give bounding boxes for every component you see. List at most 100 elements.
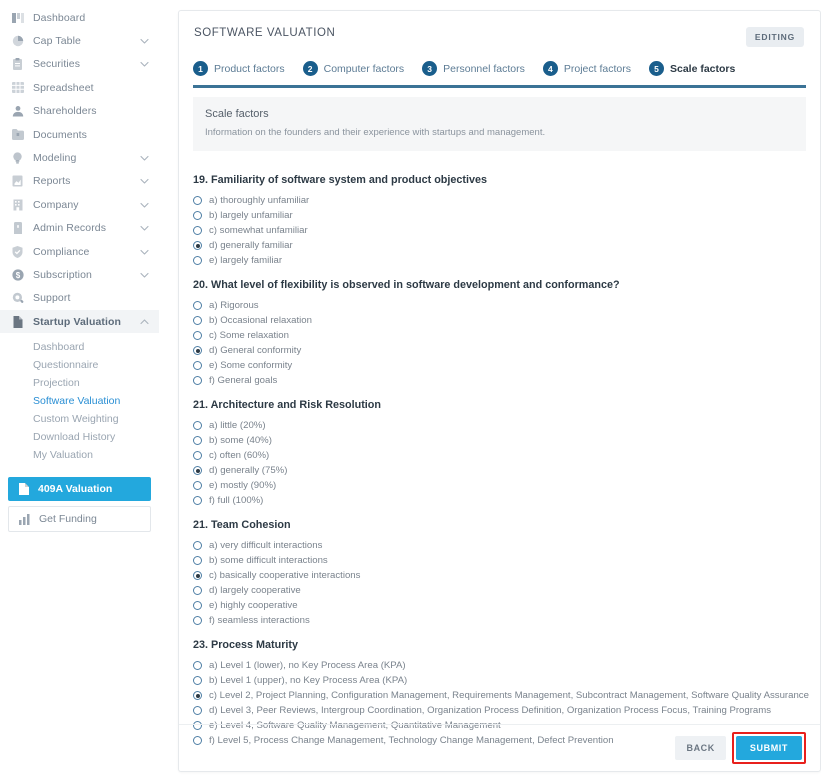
radio-option[interactable]: d) General conformity: [193, 343, 806, 358]
radio-option[interactable]: a) Level 1 (lower), no Key Process Area …: [193, 658, 806, 673]
radio-button[interactable]: [193, 361, 202, 370]
sidebar-item-dashboard[interactable]: Dashboard: [0, 6, 159, 29]
sidebar-item-subscription[interactable]: $ Subscription: [0, 263, 159, 286]
sidebar-item-shareholders[interactable]: Shareholders: [0, 100, 159, 123]
radio-button[interactable]: [193, 256, 202, 265]
radio-option[interactable]: d) Level 3, Peer Reviews, Intergroup Coo…: [193, 703, 806, 718]
radio-button-selected[interactable]: [193, 241, 202, 250]
radio-option[interactable]: f) full (100%): [193, 493, 806, 508]
sidebar-subitem-download-history[interactable]: Download History: [0, 428, 159, 446]
radio-button[interactable]: [193, 211, 202, 220]
radio-option[interactable]: b) Occasional relaxation: [193, 313, 806, 328]
sidebar-item-label: Startup Valuation: [33, 315, 122, 328]
radio-button-selected[interactable]: [193, 571, 202, 580]
radio-option[interactable]: d) generally familiar: [193, 238, 806, 253]
radio-button[interactable]: [193, 316, 202, 325]
report-icon: [11, 175, 24, 188]
chevron-down-icon[interactable]: [140, 154, 149, 163]
sidebar-item-spreadsheet[interactable]: Spreadsheet: [0, 76, 159, 99]
back-button[interactable]: BACK: [675, 736, 726, 760]
tab-step-personnel-factors[interactable]: 3 Personnel factors: [422, 61, 525, 76]
radio-button[interactable]: [193, 541, 202, 550]
sidebar-item-409a-valuation[interactable]: 409A Valuation: [8, 477, 151, 502]
radio-option[interactable]: e) highly cooperative: [193, 598, 806, 613]
radio-option[interactable]: e) Some conformity: [193, 358, 806, 373]
radio-option[interactable]: a) thoroughly unfamiliar: [193, 193, 806, 208]
sidebar-subitem-questionnaire[interactable]: Questionnaire: [0, 356, 159, 374]
radio-button[interactable]: [193, 601, 202, 610]
sidebar-subitem-projection[interactable]: Projection: [0, 374, 159, 392]
tab-step-project-factors[interactable]: 4 Project factors: [542, 61, 631, 76]
radio-option[interactable]: c) Level 2, Project Planning, Configurat…: [193, 688, 809, 703]
question-title: 23. Process Maturity: [193, 639, 299, 651]
radio-button[interactable]: [193, 421, 202, 430]
radio-button[interactable]: [193, 301, 202, 310]
chevron-down-icon[interactable]: [140, 177, 149, 186]
radio-button[interactable]: [193, 706, 202, 715]
chevron-down-icon[interactable]: [140, 270, 149, 279]
sidebar-item-company[interactable]: Company: [0, 193, 159, 216]
status-badge-editing[interactable]: EDITING: [745, 27, 804, 47]
radio-option[interactable]: b) some difficult interactions: [193, 553, 806, 568]
radio-option[interactable]: f) General goals: [193, 373, 806, 388]
radio-option[interactable]: c) often (60%): [193, 448, 806, 463]
sidebar-item-cap-table[interactable]: Cap Table: [0, 29, 159, 52]
radio-option[interactable]: b) Level 1 (upper), no Key Process Area …: [193, 673, 806, 688]
radio-button-selected[interactable]: [193, 346, 202, 355]
sidebar-subitem-my-valuation[interactable]: My Valuation: [0, 446, 159, 464]
sidebar-item-label: Compliance: [33, 245, 90, 258]
chevron-down-icon[interactable]: [140, 60, 149, 69]
radio-button[interactable]: [193, 196, 202, 205]
chevron-down-icon[interactable]: [140, 37, 149, 46]
radio-button[interactable]: [193, 496, 202, 505]
radio-button[interactable]: [193, 481, 202, 490]
radio-option[interactable]: d) largely cooperative: [193, 583, 806, 598]
radio-button[interactable]: [193, 676, 202, 685]
tab-step-scale-factors[interactable]: 5 Scale factors: [648, 61, 735, 76]
radio-option[interactable]: f) seamless interactions: [193, 613, 806, 628]
tab-step-product-factors[interactable]: 1 Product factors: [193, 61, 285, 76]
radio-button[interactable]: [193, 451, 202, 460]
radio-button[interactable]: [193, 376, 202, 385]
radio-button[interactable]: [193, 331, 202, 340]
sidebar-subitem-software-valuation[interactable]: Software Valuation: [0, 392, 159, 410]
sidebar-item-reports[interactable]: Reports: [0, 170, 159, 193]
sidebar-item-support[interactable]: Support: [0, 287, 159, 310]
chevron-down-icon[interactable]: [140, 247, 149, 256]
sidebar-item-label: Shareholders: [33, 105, 97, 118]
radio-button-selected[interactable]: [193, 466, 202, 475]
radio-option[interactable]: d) generally (75%): [193, 463, 806, 478]
tab-step-computer-factors[interactable]: 2 Computer factors: [302, 61, 404, 76]
sidebar-item-documents[interactable]: Documents: [0, 123, 159, 146]
radio-button[interactable]: [193, 556, 202, 565]
radio-option[interactable]: e) mostly (90%): [193, 478, 806, 493]
radio-button[interactable]: [193, 616, 202, 625]
clipboard-icon: [11, 58, 24, 71]
radio-button[interactable]: [193, 226, 202, 235]
radio-option[interactable]: e) largely familiar: [193, 253, 806, 268]
sidebar-item-compliance[interactable]: Compliance: [0, 240, 159, 263]
radio-button-selected[interactable]: [193, 691, 202, 700]
radio-option[interactable]: b) largely unfamiliar: [193, 208, 806, 223]
radio-option[interactable]: b) some (40%): [193, 433, 806, 448]
radio-option[interactable]: a) Rigorous: [193, 298, 806, 313]
submit-button[interactable]: SUBMIT: [735, 736, 802, 760]
radio-option[interactable]: c) basically cooperative interactions: [193, 568, 806, 583]
sidebar-item-admin-records[interactable]: Admin Records: [0, 217, 159, 240]
radio-button[interactable]: [193, 586, 202, 595]
chevron-up-icon[interactable]: [140, 317, 149, 326]
chevron-down-icon[interactable]: [140, 200, 149, 209]
chevron-down-icon[interactable]: [140, 224, 149, 233]
radio-button[interactable]: [193, 436, 202, 445]
sidebar-item-get-funding[interactable]: Get Funding: [8, 506, 151, 533]
radio-option[interactable]: a) little (20%): [193, 418, 806, 433]
radio-option[interactable]: a) very difficult interactions: [193, 538, 806, 553]
sidebar-item-securities[interactable]: Securities: [0, 53, 159, 76]
sidebar-item-modeling[interactable]: Modeling: [0, 146, 159, 169]
radio-option[interactable]: c) Some relaxation: [193, 328, 806, 343]
sidebar-subitem-custom-weighting[interactable]: Custom Weighting: [0, 410, 159, 428]
sidebar-subitem-dashboard[interactable]: Dashboard: [0, 338, 159, 356]
radio-option[interactable]: c) somewhat unfamiliar: [193, 223, 806, 238]
sidebar-item-startup-valuation[interactable]: Startup Valuation: [0, 310, 159, 334]
radio-button[interactable]: [193, 661, 202, 670]
